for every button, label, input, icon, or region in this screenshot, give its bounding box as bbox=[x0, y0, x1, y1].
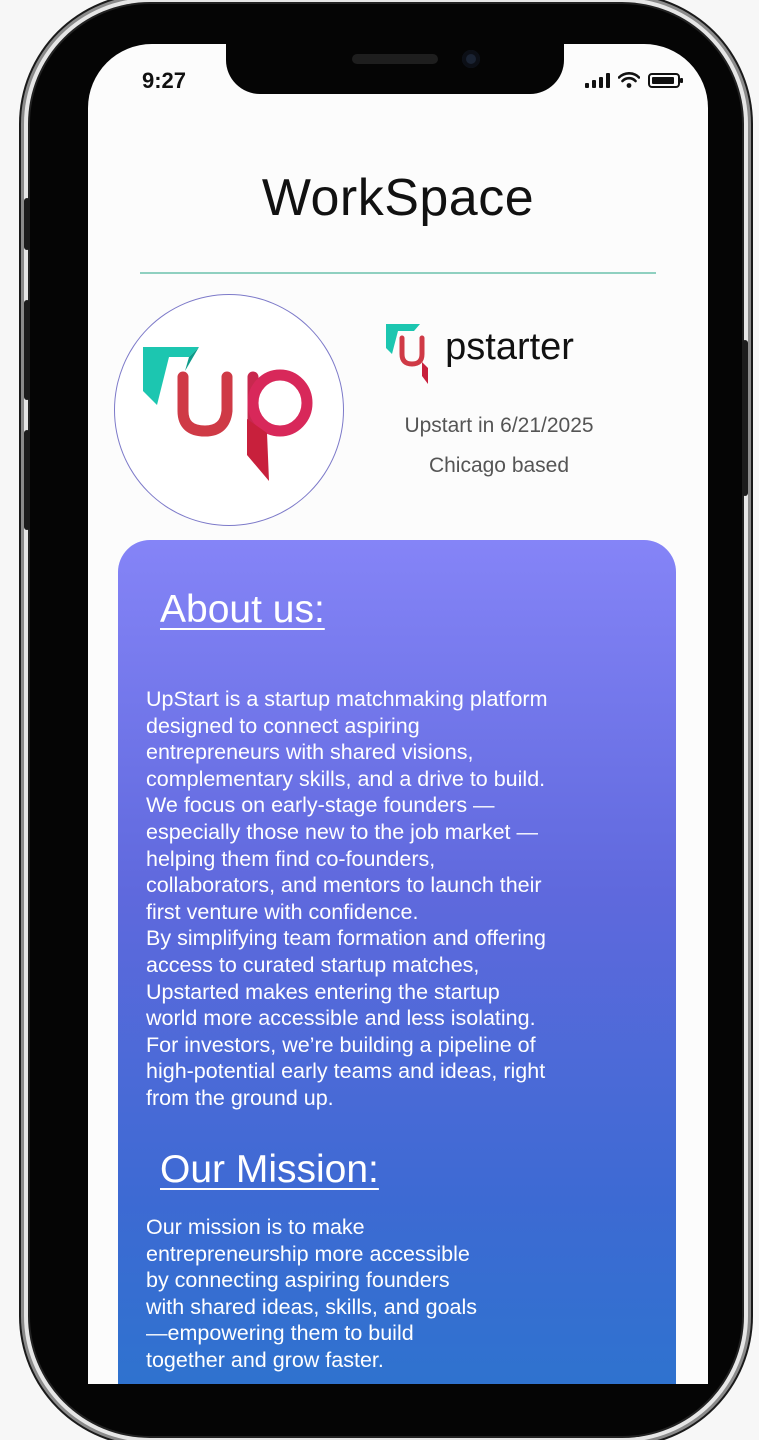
brand-name: upstarter bbox=[424, 326, 574, 369]
volume-down-button bbox=[24, 430, 30, 530]
volume-up-button bbox=[24, 300, 30, 400]
power-button bbox=[742, 340, 748, 496]
signal-icon bbox=[585, 72, 610, 88]
about-card: About us: UpStart is a startup matchmaki… bbox=[118, 540, 676, 1384]
status-time: 9:27 bbox=[142, 68, 187, 93]
mission-heading: Our Mission: bbox=[160, 1148, 379, 1191]
screen: 9:27 WorkSpace upst bbox=[88, 44, 708, 1384]
silent-switch bbox=[24, 198, 30, 250]
location-text: Chicago based bbox=[428, 454, 570, 477]
company-logo[interactable] bbox=[114, 294, 344, 526]
page-title: WorkSpace bbox=[261, 169, 535, 227]
mission-body: Our mission is to make entrepreneurship … bbox=[146, 1215, 478, 1372]
notch bbox=[226, 44, 564, 94]
wifi-icon bbox=[618, 72, 640, 88]
brand-name-text: pstarter bbox=[445, 326, 574, 368]
speaker bbox=[352, 54, 438, 64]
about-heading: About us: bbox=[160, 588, 325, 631]
up-logo-icon bbox=[143, 347, 313, 481]
status-icons bbox=[585, 72, 683, 88]
about-body: UpStart is a startup matchmaking platfor… bbox=[146, 687, 548, 1110]
founded-date: Upstart in 6/21/2025 bbox=[404, 414, 594, 437]
header-divider bbox=[140, 272, 656, 274]
battery-icon bbox=[648, 73, 683, 88]
camera bbox=[462, 50, 480, 68]
brand-mark-icon bbox=[386, 324, 428, 384]
